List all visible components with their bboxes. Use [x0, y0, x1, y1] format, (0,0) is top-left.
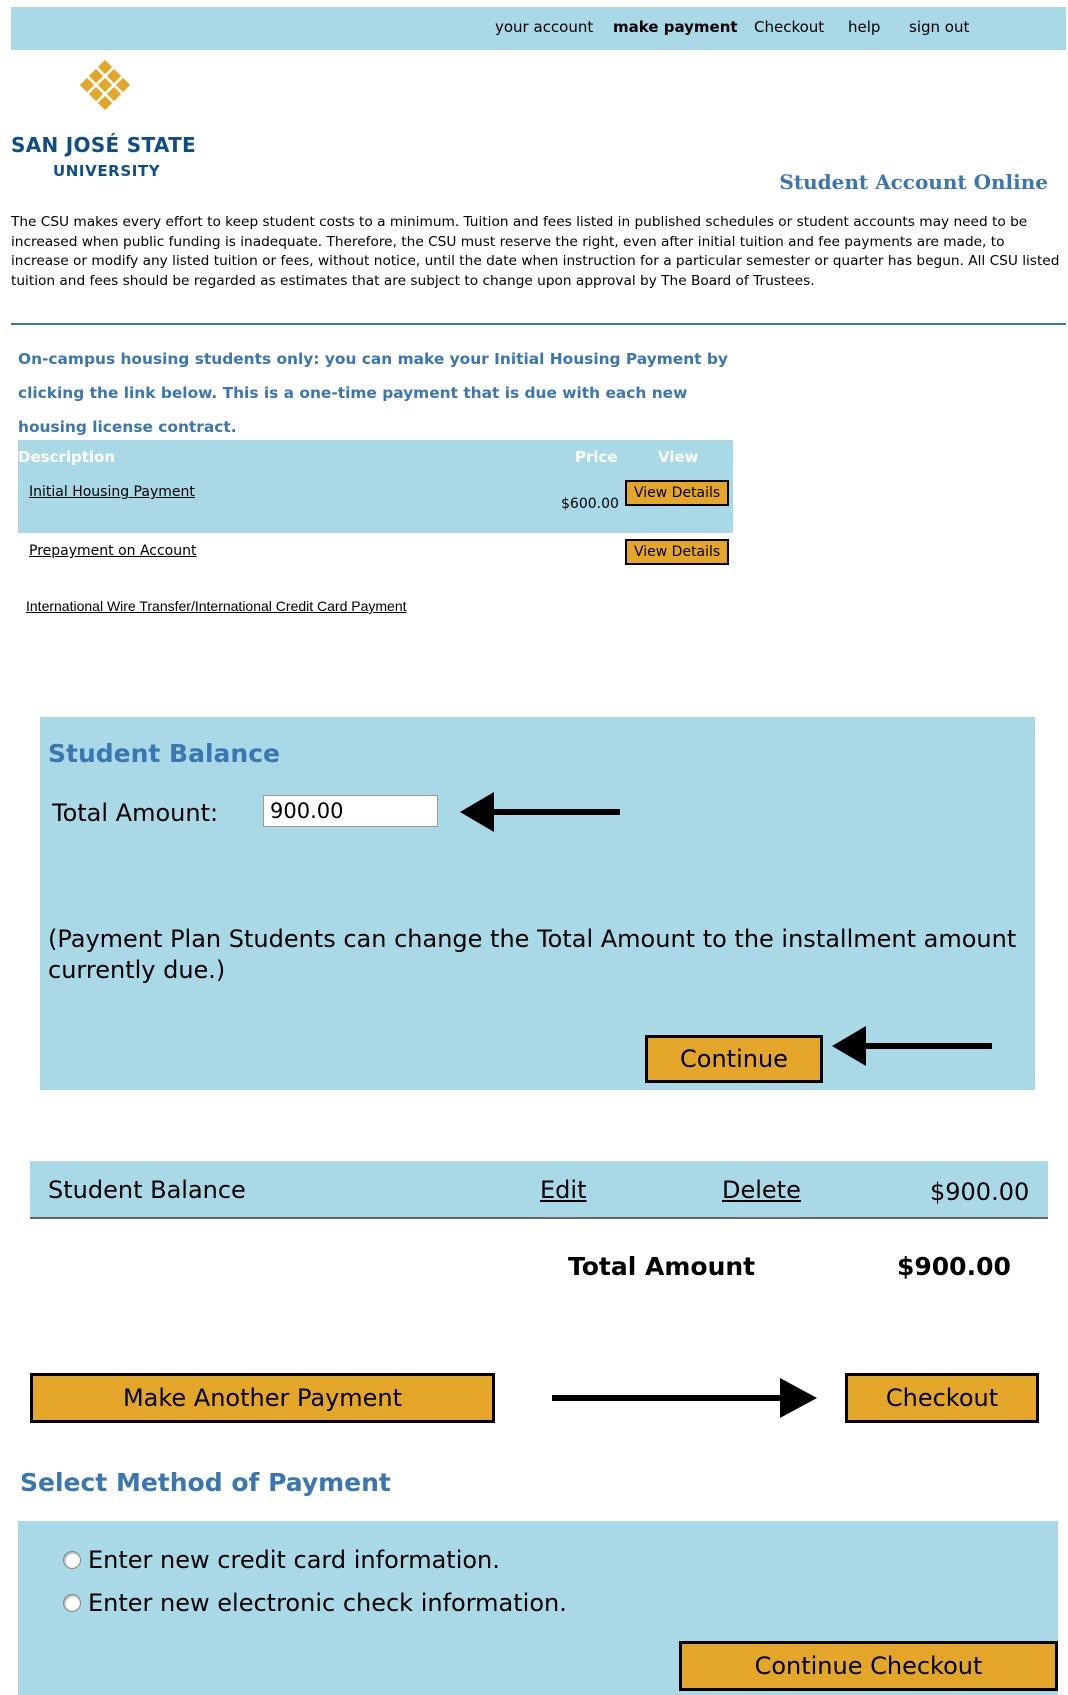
total-amount-label: Total Amount: [52, 799, 219, 827]
payment-options-table: Description Price View Initial Housing P… [18, 440, 733, 533]
column-header-description: Description [18, 448, 116, 466]
left-arrow-icon [832, 1026, 992, 1066]
continue-checkout-button[interactable]: Continue Checkout [679, 1641, 1058, 1691]
international-payment-link[interactable]: International Wire Transfer/Internationa… [26, 598, 407, 614]
page-title: Student Account Online [779, 170, 1048, 194]
view-details-prepayment-button[interactable]: View Details [625, 539, 730, 565]
column-header-view: View [658, 448, 699, 466]
sjsu-logo-icon [80, 60, 130, 110]
total-amount-input[interactable] [263, 795, 438, 827]
checkout-button[interactable]: Checkout [845, 1373, 1039, 1423]
view-details-housing-button[interactable]: View Details [625, 480, 730, 506]
column-header-price: Price [575, 448, 618, 466]
cart-item-name: Student Balance [48, 1176, 246, 1204]
housing-note: On-campus housing students only: you can… [18, 350, 728, 436]
payment-plan-note: (Payment Plan Students can change the To… [48, 925, 1017, 984]
right-arrow-icon [552, 1378, 817, 1418]
top-nav: your account make payment Checkout help … [11, 7, 1066, 50]
payment-method-panel: Enter new credit card information. Enter… [18, 1521, 1058, 1695]
radio-button[interactable] [63, 1594, 81, 1612]
divider [11, 323, 1066, 325]
credit-card-option[interactable]: Enter new credit card information. [63, 1546, 500, 1574]
make-another-payment-button[interactable]: Make Another Payment [30, 1373, 495, 1423]
nav-checkout[interactable]: Checkout [754, 18, 824, 36]
edit-link[interactable]: Edit [540, 1176, 586, 1204]
delete-link[interactable]: Delete [722, 1176, 801, 1204]
left-arrow-icon [460, 792, 620, 832]
nav-sign-out[interactable]: sign out [909, 18, 969, 36]
prepayment-on-account-link[interactable]: Prepayment on Account [29, 543, 197, 559]
total-amount-value: $900.00 [897, 1252, 1011, 1281]
logo-subtitle: UNIVERSITY [53, 162, 161, 180]
nav-make-payment[interactable]: make payment [613, 18, 738, 36]
payment-method-title: Select Method of Payment [20, 1468, 391, 1497]
electronic-check-option[interactable]: Enter new electronic check information. [63, 1589, 567, 1617]
logo-wordmark: SAN JOSÉ STATE [11, 133, 196, 157]
credit-card-option-label: Enter new credit card information. [88, 1546, 500, 1574]
nav-help[interactable]: help [848, 18, 880, 36]
initial-housing-payment-link[interactable]: Initial Housing Payment [29, 484, 195, 500]
tuition-disclaimer: The CSU makes every effort to keep stude… [11, 214, 1060, 289]
continue-button[interactable]: Continue [645, 1035, 823, 1083]
nav-your-account[interactable]: your account [495, 18, 593, 36]
electronic-check-option-label: Enter new electronic check information. [88, 1589, 567, 1617]
cart-item-amount: $900.00 [930, 1178, 1030, 1206]
radio-button[interactable] [63, 1551, 81, 1569]
cart-item-row: Student Balance Edit Delete $900.00 [30, 1161, 1048, 1219]
student-balance-title: Student Balance [48, 739, 280, 768]
total-amount-label: Total Amount [568, 1252, 756, 1281]
housing-price: $600.00 [561, 496, 619, 512]
